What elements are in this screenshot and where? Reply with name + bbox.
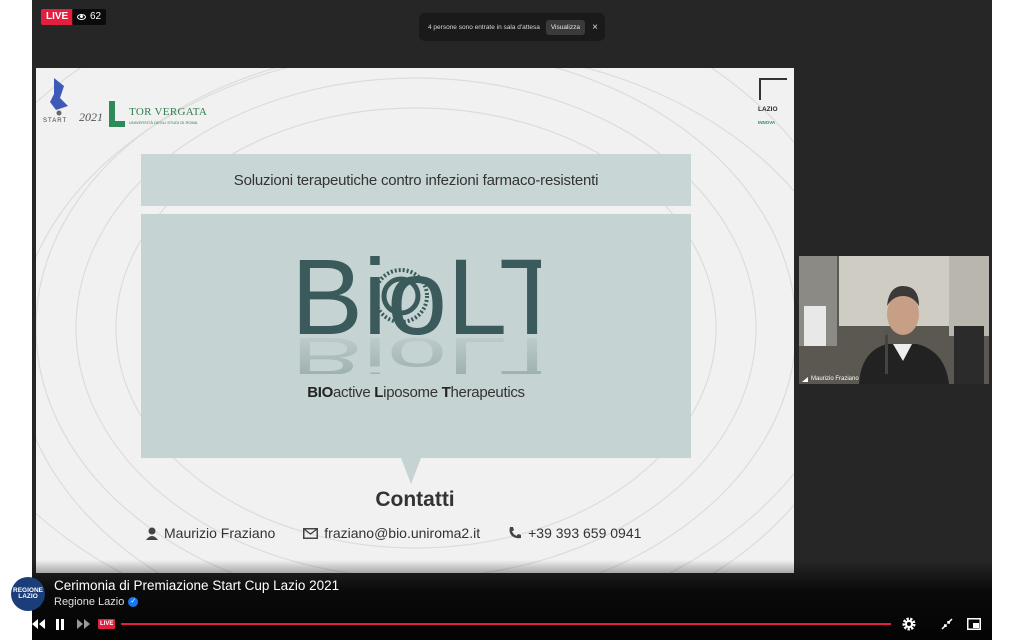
lazio-sub: INNOVA	[758, 120, 776, 125]
contact-name-value: Maurizio Fraziano	[164, 525, 276, 541]
fast-forward-icon[interactable]	[73, 612, 93, 636]
picture-in-picture-icon[interactable]	[964, 612, 984, 636]
start-cup-logo	[50, 78, 68, 116]
waiting-room-message: 4 persone sono entrate in sala d'attesa	[428, 23, 540, 31]
skip-previous-icon[interactable]	[4, 612, 24, 636]
signal-icon	[802, 376, 808, 382]
lazio-innova-logo: LAZIO INNOVA	[758, 76, 788, 128]
waiting-room-notification: 4 persone sono entrate in sala d'attesa …	[419, 13, 605, 41]
volume-icon[interactable]	[995, 612, 1015, 636]
rewind-icon[interactable]	[28, 612, 48, 636]
close-icon[interactable]: ×	[591, 22, 599, 33]
player-live-indicator[interactable]: LIVE	[98, 619, 116, 629]
participant-video-tile[interactable]: Maurizio Fraziano	[799, 256, 989, 384]
contacts-row: Maurizio Fraziano fraziano@bio.uniroma2.…	[146, 525, 641, 541]
start-cup-label: START	[43, 118, 68, 124]
presentation-slide: START 2021 TOR VERGATA UNIVERSITÀ DEGLI …	[36, 68, 794, 573]
tor-vergata-logo-mark	[109, 101, 125, 127]
settings-gear-icon[interactable]	[899, 612, 919, 636]
slide-subtitle: Soluzioni terapeutiche contro infezioni …	[233, 171, 599, 189]
participant-name: Maurizio Fraziano	[811, 376, 859, 382]
contact-phone-value: +39 393 659 0941	[528, 525, 642, 541]
contact-name: Maurizio Fraziano	[146, 525, 275, 541]
participant-label: Maurizio Fraziano	[802, 376, 859, 382]
view-waiting-room-button[interactable]: Visualizza	[545, 19, 585, 35]
slide-banner: Soluzioni terapeutiche contro infezioni …	[141, 154, 691, 206]
phone-icon	[509, 527, 522, 539]
biolt-logo: BioLT BioLT	[291, 236, 541, 374]
contacts-title: Contatti	[375, 488, 455, 511]
stream-title[interactable]: Cerimonia di Premiazione Start Cup Lazio…	[54, 578, 339, 593]
brand-panel: BioLT BioLT BIOactive Liposome Therapeut…	[141, 214, 691, 458]
progress-bar[interactable]	[121, 623, 891, 625]
viewer-count-value: 62	[90, 11, 102, 22]
panel-pointer	[401, 458, 421, 484]
exit-fullscreen-icon[interactable]	[937, 612, 957, 636]
start-cup-year: 2021	[79, 110, 103, 124]
contact-email-value: fraziano@bio.uniroma2.it	[324, 525, 481, 541]
channel-name-row[interactable]: Regione Lazio ✓	[54, 596, 139, 608]
video-stage[interactable]: LIVE 62 4 persone sono entrate in sala d…	[32, 0, 992, 640]
channel-avatar[interactable]: REGIONE LAZIO	[11, 577, 45, 611]
brand-tagline: BIOactive Liposome Therapeutics	[307, 384, 525, 401]
lazio-label: LAZIO	[758, 106, 778, 113]
channel-name[interactable]: Regione Lazio	[54, 596, 124, 608]
webcam-feed	[799, 256, 989, 384]
tor-vergata-label: TOR VERGATA	[129, 106, 208, 118]
verified-badge-icon: ✓	[128, 597, 139, 607]
biolt-brand-reflection: BioLT	[291, 326, 541, 374]
contact-phone: +39 393 659 0941	[508, 525, 641, 541]
eye-icon	[77, 14, 86, 20]
viewer-count: 62	[72, 9, 107, 25]
pause-icon[interactable]	[50, 612, 70, 636]
lazio-frame-icon	[759, 78, 787, 100]
contact-email: fraziano@bio.uniroma2.it	[303, 525, 480, 541]
tor-vergata-sub: UNIVERSITÀ DEGLI STUDI DI ROMA	[129, 120, 198, 125]
person-icon	[146, 527, 158, 540]
live-badge: LIVE	[41, 9, 74, 25]
envelope-icon	[303, 527, 319, 539]
